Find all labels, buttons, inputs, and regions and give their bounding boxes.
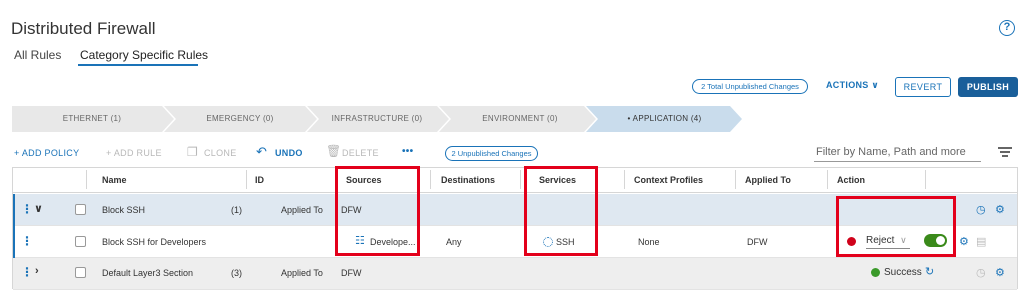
total-unpublished-changes-badge[interactable]: 2 Total Unpublished Changes	[692, 79, 808, 94]
applied-to-value[interactable]: DFW	[341, 268, 362, 278]
category-environment[interactable]: ENVIRONMENT (0)	[460, 106, 580, 132]
publish-button[interactable]: PUBLISH	[958, 77, 1018, 97]
gear-icon[interactable]: ⚙	[959, 235, 969, 248]
revert-button[interactable]: REVERT	[895, 77, 951, 97]
chevron-down-icon[interactable]: ∨	[34, 202, 43, 215]
column-header-name[interactable]: Name	[102, 175, 127, 185]
refresh-icon[interactable]: ↻	[925, 265, 934, 278]
row-accent-indicator	[13, 226, 15, 258]
policy-name: Block SSH	[102, 205, 146, 215]
column-header-action[interactable]: Action	[837, 175, 865, 185]
drag-handle-icon[interactable]: ⋮	[21, 234, 33, 248]
column-divider	[925, 170, 926, 189]
more-options-icon[interactable]: •••	[402, 146, 413, 157]
row-selected-indicator	[13, 194, 15, 226]
history-icon[interactable]: ◷	[976, 203, 986, 216]
drag-handle-icon[interactable]: ⋮	[21, 202, 33, 216]
tab-all-rules[interactable]: All Rules	[14, 48, 61, 62]
sources-highlight-box	[335, 166, 420, 256]
column-header-destinations[interactable]: Destinations	[441, 175, 495, 185]
row-checkbox[interactable]	[75, 267, 86, 278]
drag-handle-icon[interactable]: ⋮	[21, 265, 33, 279]
history-icon[interactable]: ◷	[976, 266, 986, 279]
undo-button[interactable]: UNDO	[275, 148, 303, 158]
actions-menu-button[interactable]: ACTIONS ∨	[826, 80, 879, 91]
services-highlight-box	[524, 166, 598, 256]
clone-button[interactable]: CLONE	[204, 148, 237, 158]
column-divider	[86, 170, 87, 189]
tab-category-specific-rules[interactable]: Category Specific Rules	[80, 48, 208, 62]
action-highlight-box	[836, 196, 956, 257]
column-header-applied-to[interactable]: Applied To	[745, 175, 791, 185]
page-title: Distributed Firewall	[11, 19, 156, 38]
gear-icon[interactable]: ⚙	[995, 203, 1005, 216]
row-checkbox[interactable]	[75, 236, 86, 247]
delete-icon: 🗑	[326, 144, 342, 158]
category-ethernet[interactable]: ETHERNET (1)	[42, 106, 142, 132]
category-application[interactable]: • APPLICATION (4)	[602, 106, 727, 132]
column-divider	[520, 170, 521, 189]
table-header	[12, 167, 1018, 193]
column-header-context-profiles[interactable]: Context Profiles	[634, 175, 703, 185]
rule-destinations[interactable]: Any	[446, 237, 462, 247]
delete-button[interactable]: DELETE	[342, 148, 379, 158]
add-rule-button[interactable]: + ADD RULE	[106, 148, 162, 158]
policy-rule-count: (1)	[231, 205, 242, 215]
rule-context-profiles[interactable]: None	[638, 237, 660, 247]
help-icon[interactable]: ?	[999, 20, 1015, 36]
column-header-id[interactable]: ID	[255, 175, 264, 185]
column-divider	[827, 170, 828, 189]
column-divider	[246, 170, 247, 189]
status-text: Success	[884, 267, 922, 278]
gear-icon[interactable]: ⚙	[995, 266, 1005, 279]
add-policy-button[interactable]: + ADD POLICY	[14, 148, 79, 158]
category-infrastructure[interactable]: INFRASTRUCTURE (0)	[317, 106, 437, 132]
undo-icon: ↶	[256, 144, 268, 159]
active-tab-underline	[78, 64, 198, 66]
column-divider	[624, 170, 625, 189]
chevron-right-icon[interactable]: ›	[35, 265, 39, 277]
category-bar: ETHERNET (1) EMERGENCY (0) INFRASTRUCTUR…	[12, 106, 1018, 132]
column-divider	[430, 170, 431, 189]
success-status-dot	[871, 268, 880, 277]
applied-to-label: Applied To	[281, 205, 323, 215]
chart-icon[interactable]: ▤	[976, 235, 986, 248]
policy-name: Default Layer3 Section	[102, 268, 194, 278]
applied-to-label: Applied To	[281, 268, 323, 278]
unpublished-changes-badge[interactable]: 2 Unpublished Changes	[445, 146, 538, 161]
column-divider	[735, 170, 736, 189]
clone-icon: ❐	[187, 145, 199, 159]
filter-input[interactable]	[814, 142, 981, 162]
rule-applied-to[interactable]: DFW	[747, 237, 768, 247]
rule-name: Block SSH for Developers	[102, 237, 207, 247]
filter-icon[interactable]	[998, 147, 1012, 159]
category-emergency[interactable]: EMERGENCY (0)	[180, 106, 300, 132]
policy-rule-count: (3)	[231, 268, 242, 278]
row-checkbox[interactable]	[75, 204, 86, 215]
